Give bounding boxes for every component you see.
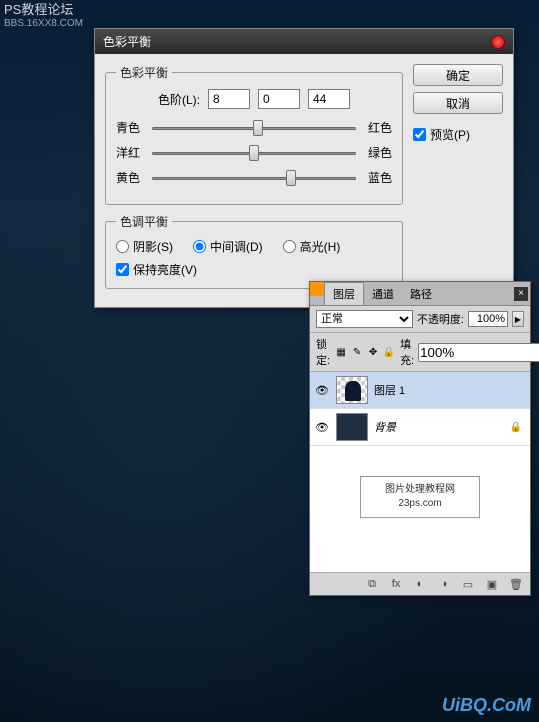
checkbox-input[interactable] <box>413 128 426 141</box>
opacity-input[interactable] <box>468 311 508 327</box>
radio-input[interactable] <box>116 240 129 253</box>
radio-input[interactable] <box>283 240 296 253</box>
lock-pixels-icon[interactable]: ✎ <box>350 345 364 359</box>
opacity-label: 不透明度: <box>417 311 464 327</box>
layer-list: 👁 图层 1 👁 背景 🔒 图片处理教程网 23ps.com <box>310 372 530 572</box>
layer-row[interactable]: 👁 背景 🔒 <box>310 409 530 446</box>
layer-mask-icon[interactable]: ◐ <box>412 577 428 591</box>
blend-mode-select[interactable]: 正常 <box>316 310 413 328</box>
layer-row[interactable]: 👁 图层 1 <box>310 372 530 409</box>
slider-yellow-blue: 黄色 蓝色 <box>116 169 392 186</box>
slider-magenta-green: 洋红 绿色 <box>116 144 392 161</box>
radio-midtones[interactable]: 中间调(D) <box>193 238 263 255</box>
preserve-luminosity-checkbox[interactable]: 保持亮度(V) <box>116 261 392 278</box>
level-a-input[interactable] <box>208 89 250 109</box>
watermark-box: 图片处理教程网 23ps.com <box>360 476 480 518</box>
tone-balance-group: 色调平衡 阴影(S) 中间调(D) 高光(H) 保持亮度(V) <box>105 213 403 289</box>
new-layer-icon[interactable]: ▣ <box>484 577 500 591</box>
cancel-button[interactable]: 取消 <box>413 92 503 114</box>
preview-checkbox[interactable]: 预览(P) <box>413 126 503 143</box>
slider-thumb-icon[interactable] <box>286 170 296 186</box>
levels-label: 色阶(L): <box>158 91 200 108</box>
lock-fill-row: 锁定: ▦ ✎ ✥ 🔒 填充: ▶ <box>310 333 530 372</box>
lock-label: 锁定: <box>316 336 330 368</box>
slider-left-label: 黄色 <box>116 169 146 186</box>
radio-highlights[interactable]: 高光(H) <box>283 238 341 255</box>
panel-footer: ⧉ fx ◐ ◑ ▭ ▣ 🗑 <box>310 572 530 595</box>
lock-transparency-icon[interactable]: ▦ <box>334 345 348 359</box>
tone-radio-row: 阴影(S) 中间调(D) 高光(H) <box>116 238 392 255</box>
dialog-left-column: 色彩平衡 色阶(L): 青色 红色 洋红 绿色 <box>105 64 403 297</box>
panel-tabbar: 图层 通道 路径 × <box>310 282 530 306</box>
tab-channels[interactable]: 通道 <box>364 283 402 305</box>
tab-paths[interactable]: 路径 <box>402 283 440 305</box>
layers-panel: 图层 通道 路径 × 正常 不透明度: ▶ 锁定: ▦ ✎ ✥ 🔒 填充: ▶ … <box>309 281 531 596</box>
slider-right-label: 红色 <box>362 119 392 136</box>
dialog-title: 色彩平衡 <box>103 33 151 50</box>
group-legend: 色调平衡 <box>116 213 172 230</box>
close-icon[interactable] <box>491 35 505 49</box>
visibility-eye-icon[interactable]: 👁 <box>314 419 330 435</box>
chevron-right-icon[interactable]: ▶ <box>512 311 524 327</box>
layer-thumbnail[interactable] <box>336 376 368 404</box>
fill-label: 填充: <box>400 336 414 368</box>
watermark-text: PS教程论坛 <box>4 2 83 18</box>
watermark-bottom-right: UiBQ.CoM <box>442 695 531 716</box>
slider-track-1[interactable] <box>152 120 356 136</box>
slider-left-label: 青色 <box>116 119 146 136</box>
visibility-eye-icon[interactable]: 👁 <box>314 382 330 398</box>
slider-thumb-icon[interactable] <box>253 120 263 136</box>
delete-layer-icon[interactable]: 🗑 <box>508 577 524 591</box>
group-legend: 色彩平衡 <box>116 64 172 81</box>
layer-name-label[interactable]: 背景 <box>374 419 396 435</box>
lock-all-icon[interactable]: 🔒 <box>382 345 396 359</box>
slider-right-label: 绿色 <box>362 144 392 161</box>
lock-icon: 🔒 <box>510 422 522 433</box>
color-balance-group: 色彩平衡 色阶(L): 青色 红色 洋红 绿色 <box>105 64 403 205</box>
slider-track-2[interactable] <box>152 145 356 161</box>
ok-button[interactable]: 确定 <box>413 64 503 86</box>
dialog-titlebar[interactable]: 色彩平衡 <box>95 29 513 54</box>
layer-style-icon[interactable]: fx <box>388 577 404 591</box>
watermark-top-left: PS教程论坛 BBS.16XX8.COM <box>4 2 83 30</box>
dialog-body: 色彩平衡 色阶(L): 青色 红色 洋红 绿色 <box>95 54 513 307</box>
radio-input[interactable] <box>193 240 206 253</box>
lock-icons-group: ▦ ✎ ✥ 🔒 <box>334 345 396 359</box>
level-b-input[interactable] <box>258 89 300 109</box>
slider-thumb-icon[interactable] <box>249 145 259 161</box>
slider-right-label: 蓝色 <box>362 169 392 186</box>
color-balance-dialog: 色彩平衡 色彩平衡 色阶(L): 青色 红色 洋红 <box>94 28 514 308</box>
checkbox-input[interactable] <box>116 263 129 276</box>
slider-track-3[interactable] <box>152 170 356 186</box>
watermark-text: BBS.16XX8.COM <box>4 18 83 30</box>
adjustment-layer-icon[interactable]: ◑ <box>436 577 452 591</box>
dialog-right-column: 确定 取消 预览(P) <box>413 64 503 297</box>
group-icon[interactable]: ▭ <box>460 577 476 591</box>
radio-shadows[interactable]: 阴影(S) <box>116 238 173 255</box>
preserve-luminosity-row: 保持亮度(V) <box>116 261 392 278</box>
fill-input[interactable] <box>418 343 539 362</box>
tab-layers[interactable]: 图层 <box>324 282 364 305</box>
panel-corner-icon[interactable] <box>310 282 324 296</box>
link-layers-icon[interactable]: ⧉ <box>364 577 380 591</box>
panel-close-icon[interactable]: × <box>514 287 528 301</box>
lock-position-icon[interactable]: ✥ <box>366 345 380 359</box>
level-c-input[interactable] <box>308 89 350 109</box>
layer-name-label[interactable]: 图层 1 <box>374 382 405 398</box>
levels-row: 色阶(L): <box>116 89 392 109</box>
slider-left-label: 洋红 <box>116 144 146 161</box>
blend-opacity-row: 正常 不透明度: ▶ <box>310 306 530 333</box>
layer-thumbnail[interactable] <box>336 413 368 441</box>
slider-cyan-red: 青色 红色 <box>116 119 392 136</box>
